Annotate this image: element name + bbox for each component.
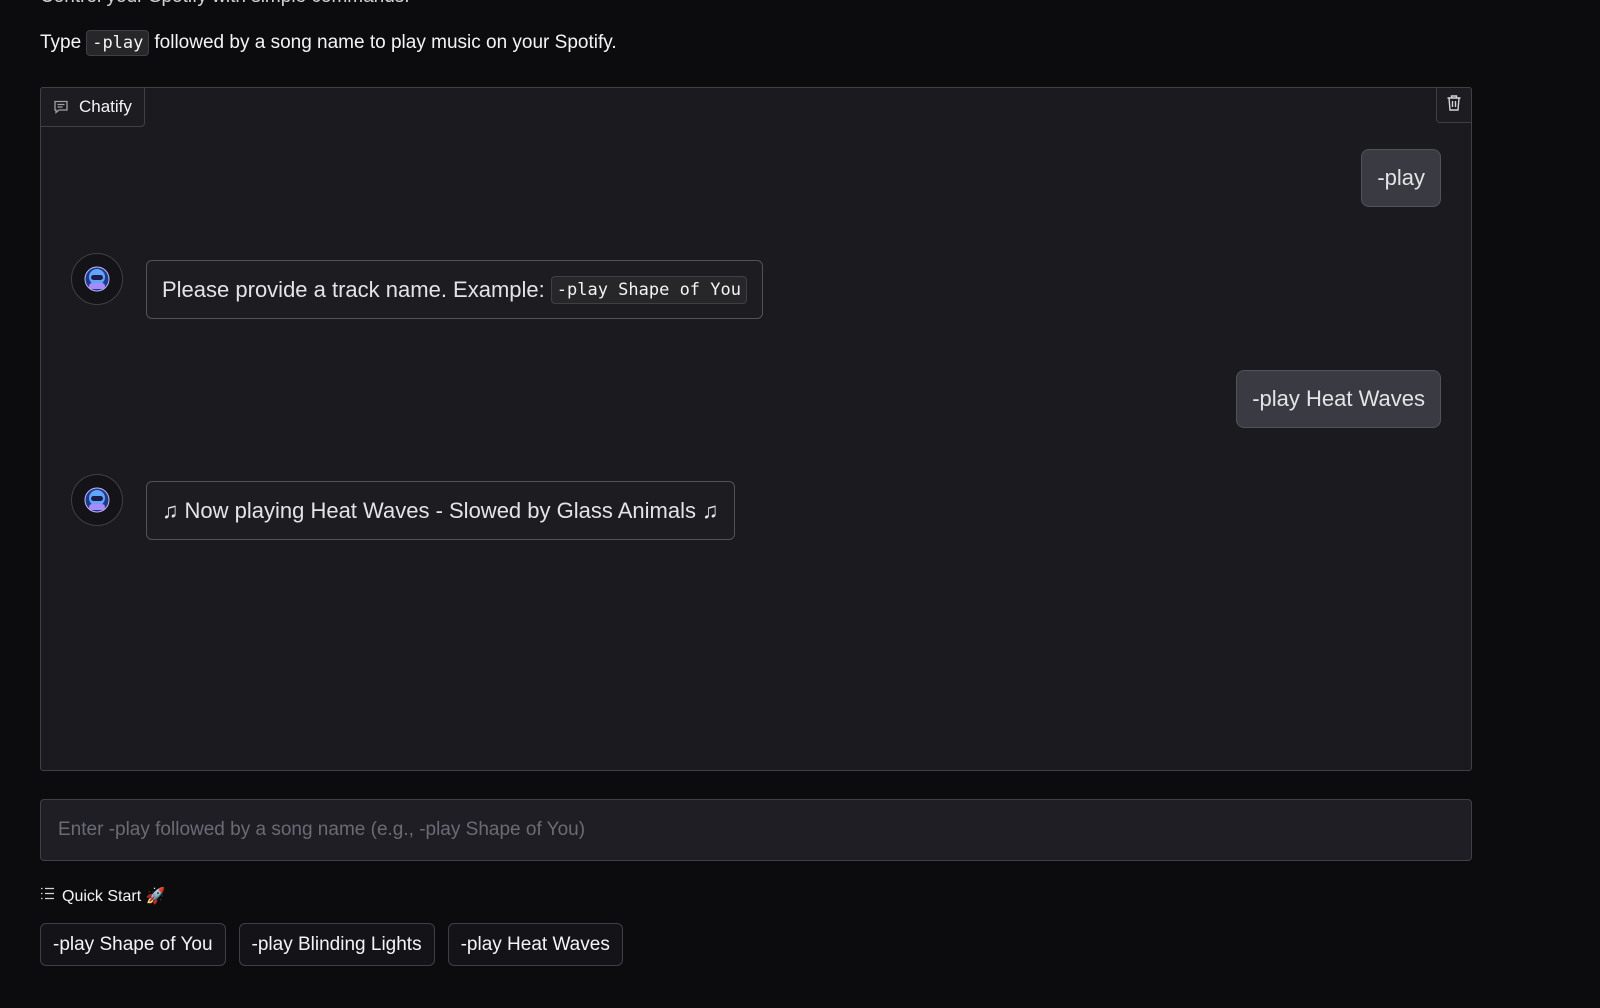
chatbot-label-text: Chatify [79,97,132,116]
user-message: -play Heat Waves [1236,370,1441,428]
message-input[interactable] [56,818,1471,842]
quick-start-title: Quick Start 🚀 [62,888,166,905]
quick-start-examples: -play Shape of You -play Blinding Lights… [40,923,623,966]
instruction-prefix: Type [40,32,82,53]
clear-chat-button[interactable] [1436,87,1472,123]
chatbot-panel: Chatify -play Please provide a track nam… [40,87,1472,771]
bot-avatar [71,474,123,526]
example-button[interactable]: -play Heat Waves [447,923,623,966]
bot-message-text: Now playing Heat Waves - Slowed by Glass… [184,497,697,523]
chat-bubble-icon [53,99,69,115]
bot-message: ♫ Now playing Heat Waves - Slowed by Gla… [146,481,735,540]
bot-message-row: ♫ Now playing Heat Waves - Slowed by Gla… [71,474,735,540]
bot-message-code: -play Shape of You [550,275,747,304]
user-message-text: -play [1377,165,1425,190]
clipped-description: Control your Spotify with simple command… [40,0,410,8]
instruction-text: Type -play followed by a song name to pl… [40,30,617,56]
astronaut-avatar-icon [84,487,110,513]
music-note-icon: ♫ [162,497,179,523]
example-button[interactable]: -play Blinding Lights [238,923,435,966]
trash-icon [1446,94,1462,117]
bot-message-row: Please provide a track name. Example: -p… [71,253,763,319]
user-message-text: -play Heat Waves [1252,386,1425,411]
astronaut-avatar-icon [84,266,110,292]
quick-start-header: Quick Start 🚀 [40,886,166,906]
example-button[interactable]: -play Shape of You [40,923,226,966]
music-note-icon: ♫ [702,497,719,523]
list-icon [40,887,55,905]
message-input-container[interactable] [40,799,1472,861]
bot-message-text: Please provide a track name. Example: [162,276,545,302]
user-message: -play [1361,149,1441,207]
bot-avatar [71,253,123,305]
chatbot-label: Chatify [40,87,145,127]
bot-message: Please provide a track name. Example: -p… [146,260,763,319]
instruction-suffix: followed by a song name to play music on… [154,32,617,53]
instruction-code: -play [86,30,150,56]
